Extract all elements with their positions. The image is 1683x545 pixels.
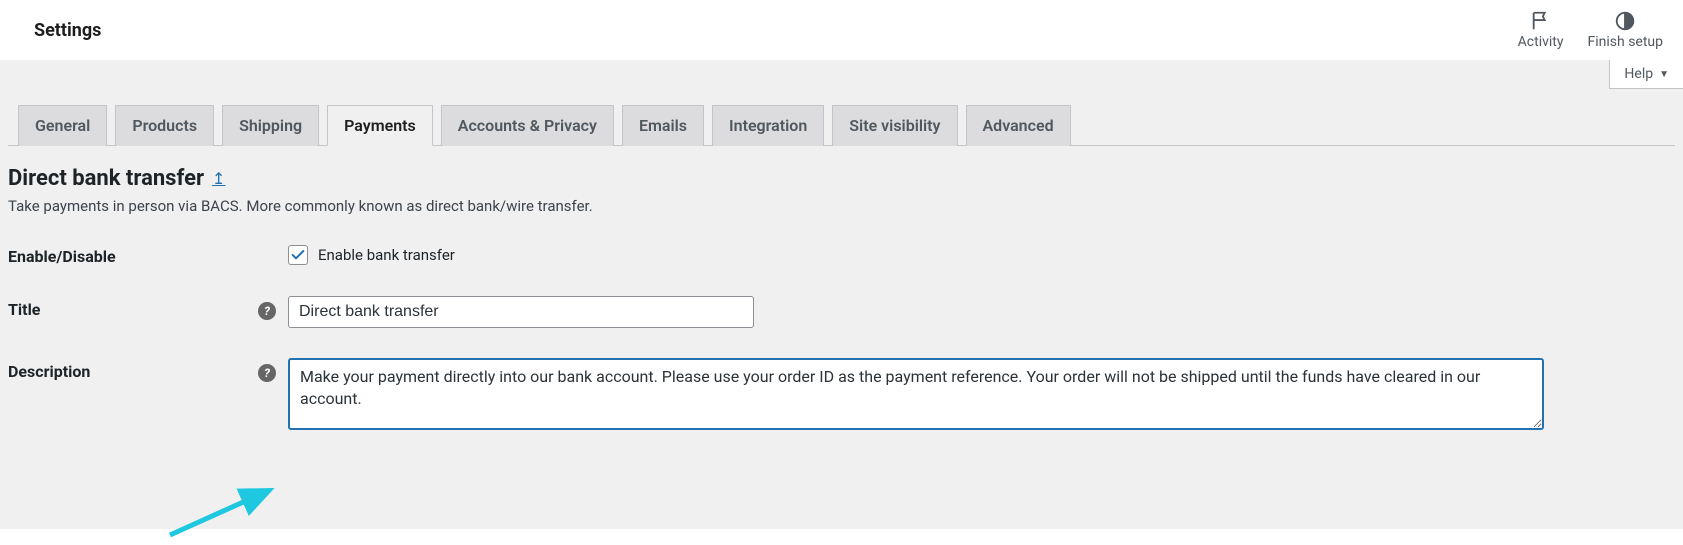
- finish-setup-button[interactable]: Finish setup: [1588, 10, 1664, 50]
- title-input[interactable]: [288, 296, 754, 328]
- section-heading-text: Direct bank transfer: [8, 166, 204, 191]
- help-icon[interactable]: ?: [258, 364, 276, 382]
- tab-payments[interactable]: Payments: [327, 105, 433, 146]
- header-actions: Activity Finish setup: [1518, 10, 1663, 50]
- main-panel: Help ▼ General Products Shipping Payment…: [0, 60, 1683, 529]
- check-icon: [290, 247, 306, 263]
- tab-emails[interactable]: Emails: [622, 105, 704, 146]
- tab-shipping[interactable]: Shipping: [222, 105, 319, 146]
- settings-tabs: General Products Shipping Payments Accou…: [8, 60, 1675, 146]
- page-title: Settings: [34, 20, 101, 41]
- row-enable: Enable/Disable Enable bank transfer: [8, 243, 1675, 266]
- help-icon[interactable]: ?: [258, 302, 276, 320]
- section-description: Take payments in person via BACS. More c…: [8, 197, 1675, 215]
- label-description: Description: [8, 358, 258, 381]
- tab-general[interactable]: General: [18, 105, 107, 146]
- help-toggle[interactable]: Help ▼: [1609, 60, 1683, 89]
- annotation-arrow: [165, 475, 285, 545]
- tab-advanced[interactable]: Advanced: [966, 105, 1071, 146]
- contrast-circle-icon: [1614, 10, 1636, 32]
- row-description: Description ?: [8, 358, 1675, 430]
- row-title: Title ?: [8, 296, 1675, 328]
- label-enable: Enable/Disable: [8, 243, 258, 266]
- help-label: Help: [1624, 66, 1653, 82]
- label-title: Title: [8, 296, 258, 319]
- enable-checkbox-label: Enable bank transfer: [318, 246, 455, 264]
- finish-setup-label: Finish setup: [1588, 34, 1664, 50]
- tab-integration[interactable]: Integration: [712, 105, 824, 146]
- description-textarea[interactable]: [288, 358, 1544, 430]
- enable-checkbox[interactable]: [288, 245, 308, 265]
- page-header: Settings Activity Finish setup: [0, 0, 1683, 60]
- activity-button[interactable]: Activity: [1518, 10, 1564, 50]
- tab-accounts-privacy[interactable]: Accounts & Privacy: [441, 105, 614, 146]
- section-heading: Direct bank transfer ↥: [8, 166, 1675, 191]
- tab-site-visibility[interactable]: Site visibility: [832, 105, 957, 146]
- return-link[interactable]: ↥: [212, 169, 225, 188]
- tab-products[interactable]: Products: [115, 105, 214, 146]
- flag-icon: [1530, 10, 1552, 32]
- caret-down-icon: ▼: [1659, 69, 1669, 80]
- activity-label: Activity: [1518, 34, 1564, 50]
